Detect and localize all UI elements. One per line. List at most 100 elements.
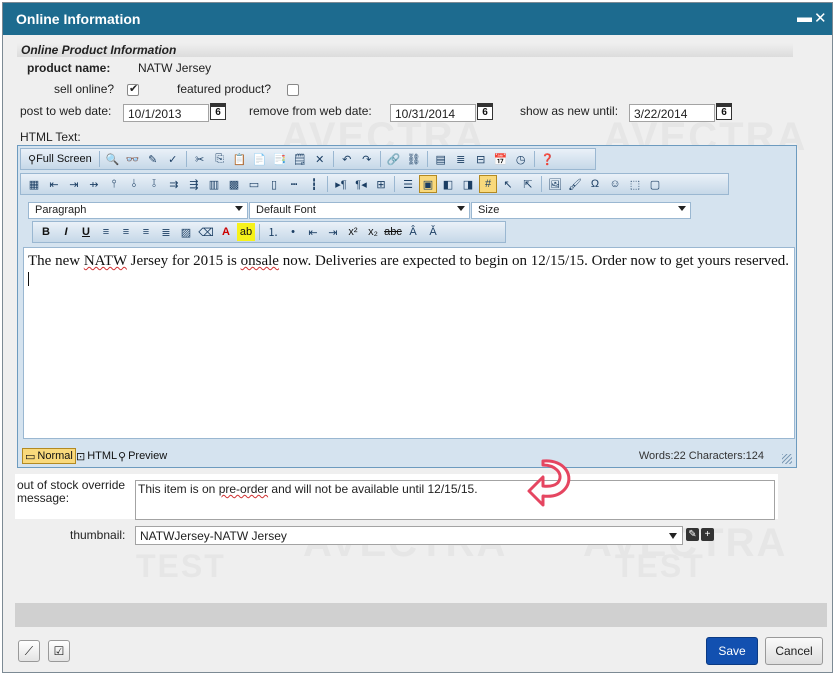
normal-mode-tab[interactable]: ▭ Normal — [22, 448, 76, 464]
cancel-button[interactable]: Cancel — [765, 637, 823, 665]
insert-image-icon[interactable]: 🖼 — [546, 175, 564, 193]
align-center-icon[interactable]: ≡ — [117, 223, 135, 241]
save-button[interactable]: Save — [706, 637, 758, 665]
calendar-icon[interactable]: 6 — [716, 103, 732, 120]
underline-icon[interactable]: U — [77, 223, 95, 241]
size-dropdown[interactable]: Size — [471, 202, 691, 219]
highlight-color-icon[interactable]: ab — [237, 223, 255, 241]
decrease-font-icon[interactable]: Ǎ — [424, 223, 442, 241]
edit-check-icon[interactable]: ☑ — [48, 640, 70, 662]
indent-icon[interactable]: ⇥ — [324, 223, 342, 241]
align-left-icon[interactable]: ≡ — [97, 223, 115, 241]
editor-content-area[interactable]: The new NATW Jersey for 2015 is onsale n… — [23, 247, 795, 439]
find-replace-icon[interactable]: 👓 — [124, 150, 142, 168]
numbered-list-icon[interactable]: ⒈ — [264, 223, 282, 241]
close-icon[interactable]: ✕ — [814, 9, 827, 27]
spellcheck-icon[interactable]: ✓ — [164, 150, 182, 168]
show-new-input[interactable]: 3/22/2014 — [629, 104, 715, 122]
date-icon[interactable]: 📅 — [492, 150, 510, 168]
rtl-icon[interactable]: ¶◂ — [352, 175, 370, 193]
insert-row-before-icon[interactable]: ⇤ — [45, 175, 63, 193]
undo-icon[interactable]: ↶ — [338, 150, 356, 168]
paste-icon[interactable]: 📋 — [231, 150, 249, 168]
bulleted-list-icon[interactable]: • — [284, 223, 302, 241]
calendar-icon[interactable]: 6 — [210, 103, 226, 120]
insert-row-after-icon[interactable]: ⇥ — [65, 175, 83, 193]
special-character-icon[interactable]: Ω — [586, 175, 604, 193]
redo-icon[interactable]: ↷ — [358, 150, 376, 168]
minimize-icon[interactable]: ▬ — [797, 9, 812, 26]
emoticon-icon[interactable]: ☺ — [606, 175, 624, 193]
paste-html-icon[interactable]: 🗒 — [291, 150, 309, 168]
table-properties-icon[interactable]: ▥ — [205, 175, 223, 193]
insert-layer-icon[interactable]: ⬚ — [626, 175, 644, 193]
grid-icon[interactable]: # — [479, 175, 497, 193]
out-of-stock-message-input[interactable]: This item is on pre-order and will not b… — [135, 480, 775, 520]
edit-image-icon[interactable]: 🖌 — [566, 175, 584, 193]
insert-column-after-icon[interactable]: ⫰ — [125, 175, 143, 193]
subscript-icon[interactable]: x₂ — [364, 223, 382, 241]
template-icon[interactable]: ▤ — [432, 150, 450, 168]
html-mode-tab[interactable]: ⊡ HTML — [74, 448, 119, 464]
page-break-icon[interactable]: ⊟ — [472, 150, 490, 168]
strikethrough-icon[interactable]: abc — [384, 223, 402, 241]
paragraph-dropdown[interactable]: Paragraph — [28, 202, 248, 219]
insert-column-before-icon[interactable]: ⫯ — [105, 175, 123, 193]
link-icon[interactable]: 🔗 — [385, 150, 403, 168]
justify-icon[interactable]: ≣ — [157, 223, 175, 241]
insert-table-icon[interactable]: ▦ — [25, 175, 43, 193]
unlink-icon[interactable]: ⛓ — [405, 150, 423, 168]
featured-product-checkbox[interactable] — [287, 84, 299, 96]
horizontal-rule-dashed-icon[interactable]: ┅ — [285, 175, 303, 193]
font-color-icon[interactable]: A — [217, 223, 235, 241]
paste-word-icon[interactable]: 📑 — [271, 150, 289, 168]
add-icon[interactable]: + — [701, 528, 714, 541]
help-icon[interactable]: ❓ — [539, 150, 557, 168]
split-cells-icon[interactable]: ⇶ — [185, 175, 203, 193]
sell-online-label: sell online? — [54, 82, 115, 96]
row-properties-icon[interactable]: ▭ — [245, 175, 263, 193]
send-backward-icon[interactable]: ◨ — [459, 175, 477, 193]
column-properties-icon[interactable]: ▯ — [265, 175, 283, 193]
time-icon[interactable]: ◷ — [512, 150, 530, 168]
thumbnail-select[interactable]: NATWJersey-NATW Jersey — [135, 526, 683, 545]
xhtml-icon[interactable]: ▢ — [646, 175, 664, 193]
cell-properties-icon[interactable]: ▩ — [225, 175, 243, 193]
horizontal-rule-icon[interactable]: ☰ — [399, 175, 417, 193]
remove-date-input[interactable]: 10/31/2014 — [390, 104, 476, 122]
paste-text-icon[interactable]: 📄 — [251, 150, 269, 168]
find-icon[interactable]: 🔍 — [104, 150, 122, 168]
superscript-icon[interactable]: x² — [344, 223, 362, 241]
edit-icon[interactable]: ✎ — [686, 528, 699, 541]
delete-row-icon[interactable]: ⇸ — [85, 175, 103, 193]
bold-icon[interactable]: B — [37, 223, 55, 241]
sell-online-checkbox[interactable] — [127, 82, 139, 96]
clean-format-icon[interactable]: ✎ — [144, 150, 162, 168]
absolute-position-icon[interactable]: ▣ — [419, 175, 437, 193]
full-screen-button[interactable]: ⚲ Full Screen — [25, 150, 95, 168]
ltr-icon[interactable]: ▸¶ — [332, 175, 350, 193]
show-borders-icon[interactable]: ⊞ — [372, 175, 390, 193]
format-block-icon[interactable]: ≣ — [452, 150, 470, 168]
outdent-icon[interactable]: ⇤ — [304, 223, 322, 241]
brush-icon[interactable]: ⟋ — [18, 640, 40, 662]
resize-grip[interactable] — [782, 454, 792, 464]
select-pointer-icon[interactable]: ↖ — [499, 175, 517, 193]
post-date-input[interactable]: 10/1/2013 — [123, 104, 209, 122]
preview-mode-tab[interactable]: ⚲ Preview — [116, 448, 169, 464]
copy-icon[interactable]: ⎘ — [211, 150, 229, 168]
merge-cells-icon[interactable]: ⇉ — [165, 175, 183, 193]
justify-none-icon[interactable]: ▨ — [177, 223, 195, 241]
calendar-icon[interactable]: 6 — [477, 103, 493, 120]
increase-font-icon[interactable]: Â — [404, 223, 422, 241]
select-element-icon[interactable]: ⇱ — [519, 175, 537, 193]
italic-icon[interactable]: I — [57, 223, 75, 241]
font-dropdown[interactable]: Default Font — [249, 202, 470, 219]
delete-column-icon[interactable]: ⫱ — [145, 175, 163, 193]
vertical-rule-icon[interactable]: ┇ — [305, 175, 323, 193]
align-right-icon[interactable]: ≡ — [137, 223, 155, 241]
cut-icon[interactable]: ✂ — [191, 150, 209, 168]
eraser-icon[interactable]: ⌫ — [197, 223, 215, 241]
delete-icon[interactable]: ✕ — [311, 150, 329, 168]
bring-forward-icon[interactable]: ◧ — [439, 175, 457, 193]
